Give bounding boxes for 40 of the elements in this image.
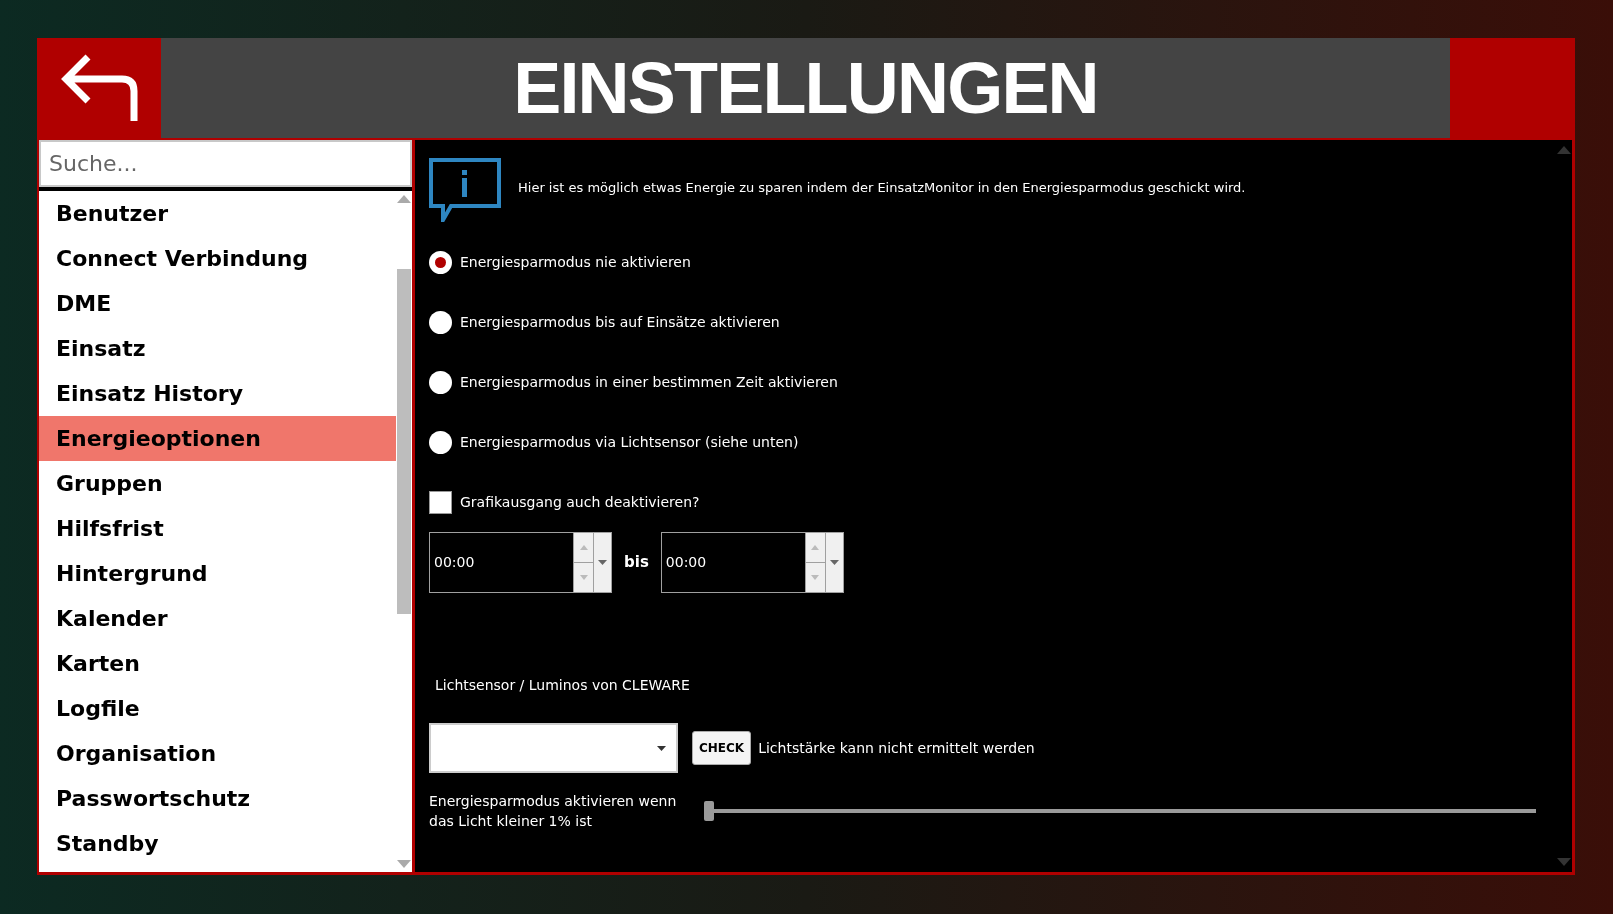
slider-thumb[interactable]	[704, 801, 714, 821]
radio-label: Energiesparmodus nie aktivieren	[460, 253, 691, 272]
scroll-thumb[interactable]	[397, 269, 411, 614]
time-field[interactable]: 00:00	[660, 532, 844, 593]
radio-button[interactable]	[429, 431, 452, 454]
sidebar-item[interactable]: Energieoptionen	[39, 416, 396, 461]
info-text: Hier ist es möglich etwas Energie zu sparen indem der EinsatzMonitor in den Energiesparmodus geschickt wird.	[518, 179, 1246, 198]
radio-label: Energiesparmodus via Lichtsensor (siehe unten)	[460, 433, 799, 452]
time-field[interactable]: 00:00	[429, 532, 612, 593]
caret-up-icon	[811, 545, 820, 550]
caret-down-icon	[598, 560, 607, 565]
time-value: 00:00	[433, 553, 476, 572]
checkbox[interactable]	[429, 491, 452, 514]
sensor-label: Lichtsensor / Luminos von CLEWARE	[435, 676, 691, 695]
light-slider[interactable]	[704, 801, 1536, 821]
scroll-down-icon	[397, 860, 411, 868]
radio-button[interactable]	[429, 311, 452, 334]
search-field[interactable]: Suche...	[39, 140, 412, 187]
radio-label: Energiesparmodus in einer bestimmen Zeit aktivieren	[460, 373, 838, 392]
caret-down-icon	[811, 575, 820, 580]
sensor-status: Lichtstärke kann nicht ermittelt werden	[758, 738, 1035, 758]
check-button[interactable]: CHECK	[692, 731, 752, 765]
info-bubble-icon	[429, 158, 501, 222]
scroll-down-icon	[1557, 858, 1571, 866]
scroll-up-icon	[397, 195, 411, 203]
caret-up-icon	[579, 545, 588, 550]
dropdown-button[interactable]	[593, 533, 611, 592]
caret-down-icon	[579, 575, 588, 580]
threshold-label: Energiesparmodus aktivieren wenn das Licht kleiner 1% ist	[429, 792, 678, 831]
radio-button[interactable]	[429, 371, 452, 394]
radio-button[interactable]	[429, 251, 452, 274]
caret-down-icon	[657, 745, 666, 751]
back-arrow-icon	[60, 53, 138, 123]
scroll-up-icon	[1557, 146, 1571, 154]
time-value: 00:00	[664, 553, 708, 572]
checkbox-label: Grafikausgang auch deaktivieren?	[460, 493, 700, 512]
sensor-dropdown[interactable]	[429, 723, 678, 773]
time-separator: bis	[624, 552, 649, 574]
radio-label: Energiesparmodus bis auf Einsätze aktivieren	[460, 313, 780, 332]
page-title: EINSTELLUNGEN	[513, 47, 1098, 130]
